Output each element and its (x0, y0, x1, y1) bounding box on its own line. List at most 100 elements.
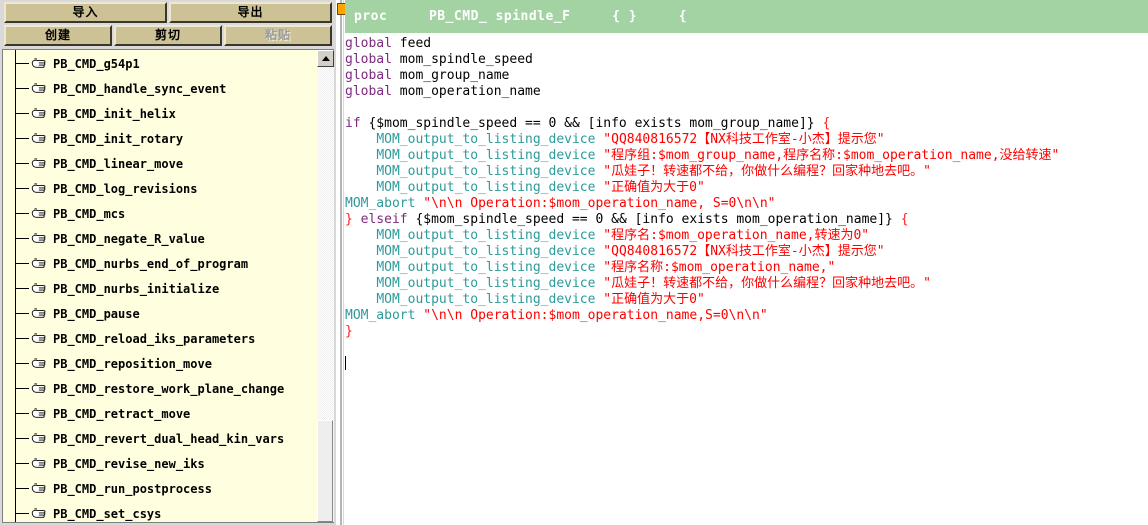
code-line: MOM_abort "\n\n Operation:$mom_operation… (345, 308, 1148, 324)
tree-item-pb_cmd_nurbs_end_of_program[interactable]: PB_CMD_nurbs_end_of_program (3, 251, 317, 276)
code-token-fn: MOM_output_to_listing_device (376, 164, 596, 179)
command-tree-frame: PB_CMD_g54p1 PB_CMD_handle_sync_event PB_C… (2, 49, 334, 523)
tree-item-label: PB_CMD_revise_new_iks (53, 456, 205, 471)
tree-item-label: PB_CMD_revert_dual_head_kin_vars (53, 431, 285, 446)
code-token-plain: mom_group_name (391, 68, 510, 83)
code-line: MOM_output_to_listing_device "正确值为大于0" (345, 180, 1148, 196)
tree-item-pb_cmd_init_helix[interactable]: PB_CMD_init_helix (3, 101, 317, 126)
tree-item-pb_cmd_retract_move[interactable]: PB_CMD_retract_move (3, 401, 317, 426)
code-token-fn: MOM_output_to_listing_device (376, 132, 596, 147)
code-line: MOM_output_to_listing_device "程序名:$mom_o… (345, 228, 1148, 244)
code-token-fn: MOM_output_to_listing_device (376, 292, 596, 307)
tree-item-pb_cmd_mcs[interactable]: PB_CMD_mcs (3, 201, 317, 226)
tree-item-label: PB_CMD_init_helix (53, 106, 176, 121)
tree-elbow-connector (15, 113, 29, 114)
code-text-area[interactable]: global feed global mom_spindle_speed globa… (345, 36, 1148, 525)
tree-item-pb_cmd_revise_new_iks[interactable]: PB_CMD_revise_new_iks (3, 451, 317, 476)
code-token-kw: global (345, 36, 392, 51)
import-button[interactable]: 导入 (4, 2, 167, 23)
tree-item-label: PB_CMD_mcs (53, 206, 126, 221)
tree-item-pb_cmd_log_revisions[interactable]: PB_CMD_log_revisions (3, 176, 317, 201)
code-token-kw: elseif (360, 212, 408, 227)
tree-elbow-connector (15, 163, 29, 164)
code-line: MOM_output_to_listing_device "瓜娃子！转速都不给，… (345, 276, 1148, 292)
tree-item-pb_cmd_g54p1[interactable]: PB_CMD_g54p1 (3, 51, 317, 76)
export-button[interactable]: 导出 (169, 2, 332, 23)
proc-signature-header: proc PB_CMD_ spindle_F { } { (345, 0, 1148, 33)
code-line: MOM_output_to_listing_device "程序名称:$mom_… (345, 260, 1148, 276)
code-line: MOM_output_to_listing_device "程序组:$mom_g… (345, 148, 1148, 164)
procedure-hand-icon (30, 207, 47, 221)
tree-elbow-connector (15, 63, 29, 64)
scrollbar-thumb[interactable] (317, 420, 333, 522)
procedure-hand-icon (30, 357, 47, 371)
proc-signature-text: proc PB_CMD_ spindle_F { } { (354, 9, 688, 24)
code-token-kw: global (345, 84, 392, 99)
code-token-kw: global (345, 68, 392, 83)
tree-item-label: PB_CMD_retract_move (53, 406, 191, 421)
command-list-scrollbar[interactable] (317, 50, 334, 522)
command-list-panel: 导入 导出 创建 剪切 粘贴 PB_CMD_g54p1 PB_CMD_handle_sy… (0, 0, 336, 525)
code-token-plain: mom_operation_name (391, 84, 541, 99)
code-token-brace: } (345, 212, 353, 227)
cut-button[interactable]: 剪切 (114, 25, 222, 46)
tree-item-pb_cmd_set_csys[interactable]: PB_CMD_set_csys (3, 501, 317, 522)
procedure-hand-icon (30, 182, 47, 196)
procedure-hand-icon (30, 232, 47, 246)
procedure-hand-icon (30, 157, 47, 171)
code-token-fn: MOM_output_to_listing_device (376, 180, 596, 195)
code-token-fn: MOM_output_to_listing_device (376, 228, 596, 243)
tree-item-pb_cmd_init_rotary[interactable]: PB_CMD_init_rotary (3, 126, 317, 151)
tree-item-label: PB_CMD_linear_move (53, 156, 184, 171)
tree-item-label: PB_CMD_g54p1 (53, 56, 140, 71)
tree-item-pb_cmd_negate_r_value[interactable]: PB_CMD_negate_R_value (3, 226, 317, 251)
tree-elbow-connector (15, 213, 29, 214)
tree-item-pb_cmd_revert_dual_head_kin_vars[interactable]: PB_CMD_revert_dual_head_kin_vars (3, 426, 317, 451)
code-token-plain: mom_spindle_speed (391, 52, 533, 67)
toolbar-import-export: 导入 导出 (0, 0, 336, 24)
code-token-brace: } (345, 324, 353, 339)
tree-item-pb_cmd_linear_move[interactable]: PB_CMD_linear_move (3, 151, 317, 176)
tree-elbow-connector (15, 188, 29, 189)
code-line: } (345, 324, 1148, 340)
tree-item-label: PB_CMD_negate_R_value (53, 231, 205, 246)
tree-item-pb_cmd_pause[interactable]: PB_CMD_pause (3, 301, 317, 326)
procedure-hand-icon (30, 257, 47, 271)
tree-item-pb_cmd_reposition_move[interactable]: PB_CMD_reposition_move (3, 351, 317, 376)
tree-item-pb_cmd_handle_sync_event[interactable]: PB_CMD_handle_sync_event (3, 76, 317, 101)
text-cursor (345, 356, 346, 370)
code-line: } elseif {$mom_spindle_speed == 0 && [in… (345, 212, 1148, 228)
scroll-up-button[interactable] (317, 50, 334, 67)
create-button[interactable]: 创建 (4, 25, 112, 46)
code-token-fn: MOM_abort (345, 308, 416, 323)
code-token-str: "正确值为大于0" (603, 292, 705, 307)
procedure-hand-icon (30, 132, 47, 146)
tree-item-pb_cmd_reload_iks_parameters[interactable]: PB_CMD_reload_iks_parameters (3, 326, 317, 351)
tree-item-label: PB_CMD_log_revisions (53, 181, 198, 196)
tree-elbow-connector (15, 313, 29, 314)
tree-item-label: PB_CMD_set_csys (53, 506, 162, 521)
tree-elbow-connector (15, 238, 29, 239)
code-token-brace: { (900, 212, 909, 227)
tree-item-pb_cmd_restore_work_plane_change[interactable]: PB_CMD_restore_work_plane_change (3, 376, 317, 401)
command-tree-list[interactable]: PB_CMD_g54p1 PB_CMD_handle_sync_event PB_C… (3, 50, 317, 522)
code-token-brace: { (822, 116, 831, 131)
code-line: global mom_spindle_speed (345, 52, 1148, 68)
tree-item-pb_cmd_nurbs_initialize[interactable]: PB_CMD_nurbs_initialize (3, 276, 317, 301)
tree-elbow-connector (15, 488, 29, 489)
procedure-hand-icon (30, 407, 47, 421)
code-line (345, 356, 1148, 372)
app-window: 导入 导出 创建 剪切 粘贴 PB_CMD_g54p1 PB_CMD_handle_sy… (0, 0, 1148, 525)
code-token-plain: {$mom_spindle_speed == 0 && [info exists… (360, 116, 823, 131)
tree-item-pb_cmd_run_postprocess[interactable]: PB_CMD_run_postprocess (3, 476, 317, 501)
procedure-hand-icon (30, 332, 47, 346)
